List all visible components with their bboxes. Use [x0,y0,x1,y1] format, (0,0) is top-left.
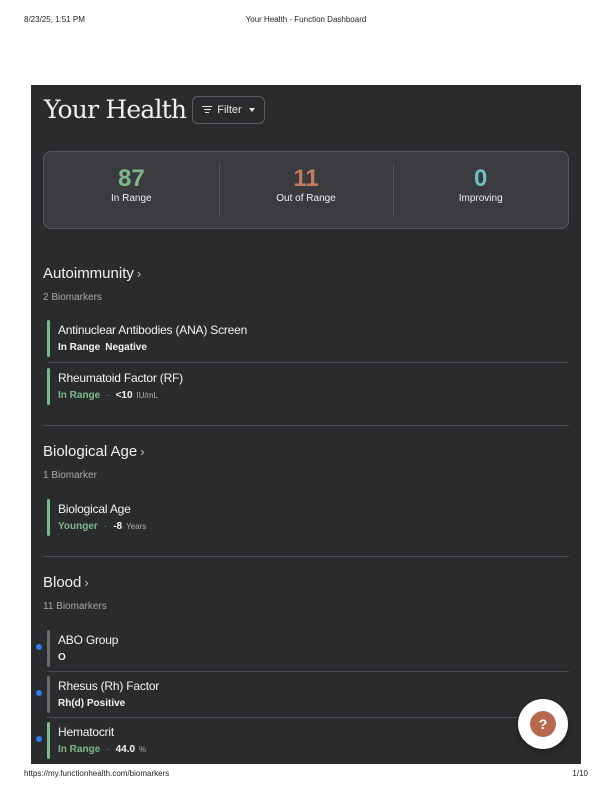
stat-value: 87 [117,165,145,192]
section-title: Biological Age [43,443,138,460]
status-label: In Range [58,342,101,353]
biomarker-status: In Range · 44.0 % [58,744,146,755]
biomarker-status: In Range Negative [58,342,147,353]
status-bar [47,676,50,713]
divider [47,362,569,363]
stat-in-range[interactable]: 87 In Range [44,152,219,228]
section-autoimmunity: Autoimmunity › 2 Biomarkers [43,265,141,303]
biomarker-unit: % [139,745,147,754]
biomarker-value: Negative [105,342,147,353]
biomarker-row[interactable]: Hematocrit In Range · 44.0 % [36,718,569,762]
biomarker-status: In Range · <10 IU/mL [58,390,158,401]
section-title: Blood [43,574,82,591]
section-divider [43,425,569,426]
biomarker-unit: Years [126,522,147,531]
topbar: Your Health Filter [44,95,265,124]
separator-dot: · [106,390,110,401]
section-title: Autoimmunity [43,265,134,282]
print-doc-title: Your Health - Function Dashboard [245,15,367,24]
biomarker-value: 44.0 [115,744,136,755]
section-count: 11 Biomarkers [43,601,107,612]
separator-dot: · [103,521,108,532]
section-count: 1 Biomarker [43,470,97,481]
filter-button[interactable]: Filter [192,95,265,124]
unread-dot [36,690,42,696]
section-title-link[interactable]: Autoimmunity › [43,265,141,282]
status-bar [47,722,50,759]
question-icon: ? [530,711,556,737]
chevron-right-icon: › [84,575,89,590]
stat-label: Improving [458,193,503,204]
biomarker-name: Biological Age [58,502,131,516]
chevron-right-icon: › [140,444,145,459]
dashboard: Your Health Filter 87 In Range 11 Out of… [31,85,581,764]
status-bar [47,630,50,667]
print-page-number: 1/10 [572,769,588,778]
filter-icon [202,106,213,113]
stat-label: In Range [111,193,152,204]
status-label: In Range [58,744,101,755]
biomarker-unit: IU/mL [136,391,158,400]
status-bar [47,320,50,357]
status-label: Younger [58,521,98,532]
section-title-link[interactable]: Biological Age › [43,443,145,460]
section-biological-age: Biological Age › 1 Biomarker [43,443,145,481]
unread-dot [36,736,42,742]
print-header: 8/23/25, 1:51 PM Your Health - Function … [24,15,588,27]
biomarker-row[interactable]: ABO Group O [36,626,569,670]
stat-out-of-range[interactable]: 11 Out of Range [218,152,394,228]
biomarker-value: O [58,652,66,663]
stat-improving[interactable]: 0 Improving [393,152,568,228]
chevron-down-icon [248,107,255,112]
biomarker-row[interactable]: Rheumatoid Factor (RF) In Range · <10 IU… [47,364,569,408]
biomarker-row[interactable]: Biological Age Younger · -8 Years [47,495,569,539]
biomarker-name: Antinuclear Antibodies (ANA) Screen [58,323,248,337]
biomarker-name: Rheumatoid Factor (RF) [58,371,183,385]
biomarker-value: <10 [115,390,133,401]
section-divider [43,556,569,557]
biomarker-name: Hematocrit [58,725,115,739]
stat-value: 0 [474,165,488,192]
summary-card: 87 In Range 11 Out of Range 0 Improving [43,151,569,229]
help-button[interactable]: ? [518,699,568,749]
biomarker-row[interactable]: Antinuclear Antibodies (ANA) Screen In R… [47,316,569,360]
print-url: https://my.functionhealth.com/biomarkers [24,769,170,778]
section-blood: Blood › 11 Biomarkers [43,574,107,612]
stat-value: 11 [293,165,319,192]
separator-dot: · [106,744,110,755]
biomarker-name: ABO Group [58,633,119,647]
section-count: 2 Biomarkers [43,292,102,303]
status-label: In Range [58,390,101,401]
stat-label: Out of Range [276,193,336,204]
filter-label: Filter [217,103,242,116]
biomarker-row[interactable]: Rhesus (Rh) Factor Rh(d) Positive [36,672,569,716]
section-title-link[interactable]: Blood › [43,574,107,591]
biomarker-status: O [58,652,66,663]
biomarker-value: Rh(d) Positive [58,698,126,709]
biomarker-status: Younger · -8 Years [58,521,146,532]
biomarker-name: Rhesus (Rh) Factor [58,679,160,693]
page-title: Your Health [44,95,187,124]
biomarker-status: Rh(d) Positive [58,698,125,709]
status-bar [47,368,50,405]
unread-dot [36,644,42,650]
biomarker-value: -8 [113,521,123,532]
status-bar [47,499,50,536]
chevron-right-icon: › [136,266,142,281]
